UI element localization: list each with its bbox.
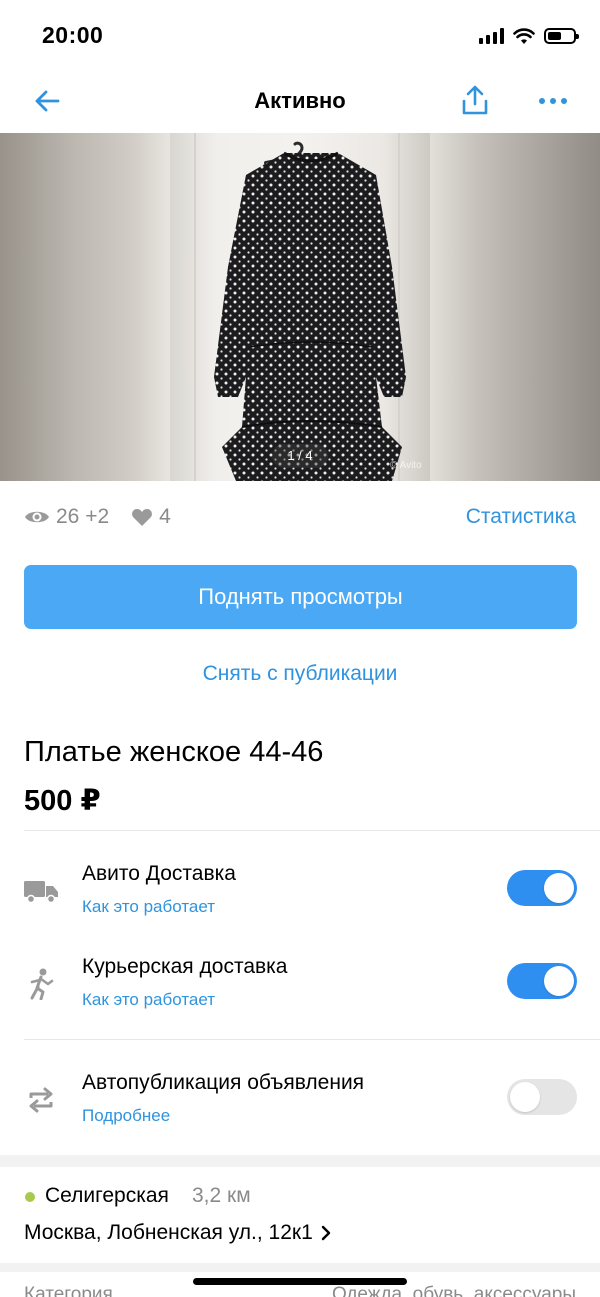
section-separator <box>0 1263 600 1272</box>
share-icon <box>462 85 488 115</box>
photo-counter: 1 / 4 <box>272 444 328 468</box>
eye-icon <box>25 511 49 523</box>
more-info-link[interactable]: Подробнее <box>82 1106 170 1126</box>
how-it-works-link[interactable]: Как это работает <box>82 990 215 1010</box>
option-title: Авито Доставка <box>82 862 236 885</box>
metro-distance: 3,2 км <box>192 1184 251 1207</box>
item-title: Платье женское 44-46 <box>24 736 324 768</box>
category-value: Одежда, обувь, аксессуары <box>331 1284 576 1297</box>
truck-icon <box>22 872 60 910</box>
avito-delivery-toggle[interactable] <box>507 870 577 906</box>
unpublish-link[interactable]: Снять с публикации <box>0 662 600 686</box>
views-count: 26 +2 <box>56 505 110 528</box>
item-price: 500 ₽ <box>24 785 101 817</box>
address-text: Москва, Лобненская ул., 12к1 <box>24 1221 313 1244</box>
how-it-works-link[interactable]: Как это работает <box>82 897 215 917</box>
battery-icon <box>544 28 579 44</box>
option-autopublish: Автопубликация объявления Подробнее <box>0 1067 600 1137</box>
raise-views-button[interactable]: Поднять просмотры <box>24 565 577 629</box>
more-button[interactable] <box>536 84 570 118</box>
autopublish-toggle[interactable] <box>507 1079 577 1115</box>
stats-row: 26 +2 4 Статистика <box>24 502 576 532</box>
statistics-link[interactable]: Статистика <box>466 505 576 529</box>
dress-photo[interactable] <box>170 133 430 481</box>
heart-icon <box>132 508 153 526</box>
metro-line-dot <box>25 1192 35 1202</box>
views-stat: 26 +2 <box>24 505 109 529</box>
option-courier-delivery: Курьерская доставка Как это работает <box>0 951 600 1021</box>
nav-bar: Активно <box>0 70 600 133</box>
dress-image <box>214 151 406 481</box>
favorites-stat: 4 <box>131 505 171 529</box>
arrow-left-icon <box>35 90 60 112</box>
category-label: Категория <box>24 1284 113 1297</box>
status-bar: 20:00 <box>0 0 600 70</box>
courier-icon <box>22 965 60 1003</box>
share-button[interactable] <box>458 82 492 118</box>
section-separator <box>0 1155 600 1167</box>
home-indicator[interactable] <box>193 1278 407 1285</box>
divider <box>24 830 600 831</box>
wifi-icon <box>513 27 535 44</box>
option-title: Курьерская доставка <box>82 955 288 978</box>
status-time: 20:00 <box>42 22 104 48</box>
divider <box>24 1039 600 1040</box>
page-title: Активно <box>254 88 346 113</box>
metro-station: Селигерская <box>45 1184 169 1207</box>
option-title: Автопубликация объявления <box>82 1071 365 1094</box>
location-section[interactable]: Селигерская 3,2 км Москва, Лобненская ул… <box>0 1167 600 1263</box>
courier-delivery-toggle[interactable] <box>507 963 577 999</box>
address-link[interactable]: Москва, Лобненская ул., 12к1 <box>24 1221 331 1245</box>
back-button[interactable] <box>30 84 64 118</box>
status-icons <box>479 24 579 48</box>
autopublish-icon <box>22 1081 60 1119</box>
photo-gallery[interactable] <box>0 133 600 481</box>
cellular-signal-icon <box>479 28 504 44</box>
chevron-right-icon <box>321 1225 330 1241</box>
favorites-count: 4 <box>159 505 171 528</box>
option-avito-delivery: Авито Доставка Как это работает <box>0 858 600 928</box>
watermark: © Avito <box>390 460 422 471</box>
more-horizontal-icon <box>539 98 567 104</box>
